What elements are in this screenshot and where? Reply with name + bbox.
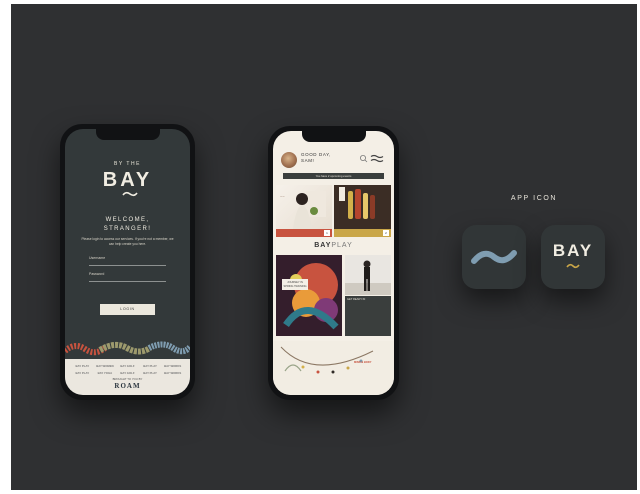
app-icon-bay: BAY — [541, 225, 605, 289]
username-placeholder: Username — [89, 256, 106, 260]
bottom-caption: MIND & BODY — [354, 361, 372, 364]
avatar-icon[interactable] — [281, 152, 297, 168]
event-image-2 — [334, 185, 391, 229]
fitness-card[interactable] — [345, 255, 391, 295]
pattern-band — [65, 341, 190, 356]
phone-notch — [301, 131, 366, 142]
wave-logo-icon — [122, 191, 138, 197]
home-screen: GOOD DAY, SAM! You have 2 upcoming event… — [273, 131, 394, 395]
phone-notch — [95, 129, 160, 140]
menu-wave-icon[interactable] — [370, 154, 384, 163]
wave-logo-icon — [566, 263, 580, 269]
partner-logo: BAY GOLF — [120, 371, 135, 375]
partner-logo: BAY PLAY — [75, 364, 90, 368]
partner-logo: BAY WORKS — [164, 371, 182, 375]
header-icons — [360, 154, 384, 163]
bayplay-heading: BAYPLAY — [273, 242, 394, 249]
welcome-heading: WELCOME, STRANGER! — [65, 216, 190, 234]
fitness-image — [345, 255, 391, 295]
event-tile-2[interactable]: 2 — [334, 185, 391, 237]
login-button[interactable]: LOGIN — [100, 304, 155, 315]
greeting-line2: SAM! — [301, 158, 315, 163]
brand-title: BAY — [102, 169, 153, 191]
brand-subtitle: BY THE — [114, 161, 141, 167]
event-label-2: 2 — [334, 229, 391, 237]
welcome-line1: WELCOME, — [105, 217, 150, 223]
welcome-line2: STRANGER! — [103, 226, 152, 232]
svg-text:~~: ~~ — [280, 194, 285, 199]
wave-logo-icon — [471, 250, 517, 264]
art-image — [276, 255, 342, 336]
bottom-card[interactable]: MIND & BODY — [273, 341, 394, 395]
bayplay-bold: BAY — [314, 242, 332, 249]
roam-logo: ROAM — [114, 382, 141, 390]
art-caption: JOURNEY IN SPRING TRAINING — [282, 279, 308, 290]
jewelry-image — [280, 346, 374, 374]
event-tile-1[interactable]: ~~ 1 — [276, 185, 332, 237]
partner-logo: BAY WORKS — [164, 364, 182, 368]
partner-logo: BAY PLAY — [143, 364, 157, 368]
app-icon-bay-text: BAY — [552, 241, 594, 260]
home-phone: GOOD DAY, SAM! You have 2 upcoming event… — [268, 126, 399, 400]
get-ready-caption: GET READY IN — [347, 298, 366, 301]
event-image-1: ~~ — [280, 191, 326, 229]
login-message: Please login to access our services. If … — [81, 237, 174, 246]
partner-logo: BAY PLAY — [75, 371, 90, 375]
bayplay-light: PLAY — [331, 242, 353, 249]
partner-logos: BAY PLAY BAY WOMEN BAY GOLF BAY PLAY BAY… — [71, 364, 184, 378]
event-label-1: 1 — [276, 229, 332, 237]
app-icon-wave — [462, 225, 526, 289]
password-field[interactable]: Password — [89, 272, 166, 282]
partner-logo: BAY WOMEN — [96, 364, 114, 368]
login-phone: BY THE BAY WELCOME, STRANGER! Please log… — [60, 124, 195, 400]
search-icon[interactable] — [360, 155, 368, 163]
password-placeholder: Password — [89, 272, 105, 276]
upcoming-events-bar[interactable]: You have 2 upcoming events — [283, 173, 384, 179]
art-card[interactable]: JOURNEY IN SPRING TRAINING — [276, 255, 342, 336]
partners-footer: BAY PLAY BAY WOMEN BAY GOLF BAY PLAY BAY… — [65, 359, 190, 395]
powered-by-label: BROUGHT TO YOU BY — [112, 377, 143, 381]
event-count-1: 1 — [324, 230, 330, 236]
partner-logo: BAY GOLF — [120, 364, 135, 368]
event-count-2: 2 — [383, 230, 389, 236]
login-screen: BY THE BAY WELCOME, STRANGER! Please log… — [65, 129, 190, 395]
showcase-background: BY THE BAY WELCOME, STRANGER! Please log… — [11, 4, 637, 490]
greeting: GOOD DAY, SAM! — [301, 152, 331, 164]
partner-logo: BAY PLAY — [143, 371, 157, 375]
app-icon-title: APP ICON — [510, 195, 558, 202]
username-field[interactable]: Username — [89, 256, 166, 266]
get-ready-card[interactable]: GET READY IN — [345, 296, 391, 336]
partner-logo: BAY YOGA — [97, 371, 113, 375]
